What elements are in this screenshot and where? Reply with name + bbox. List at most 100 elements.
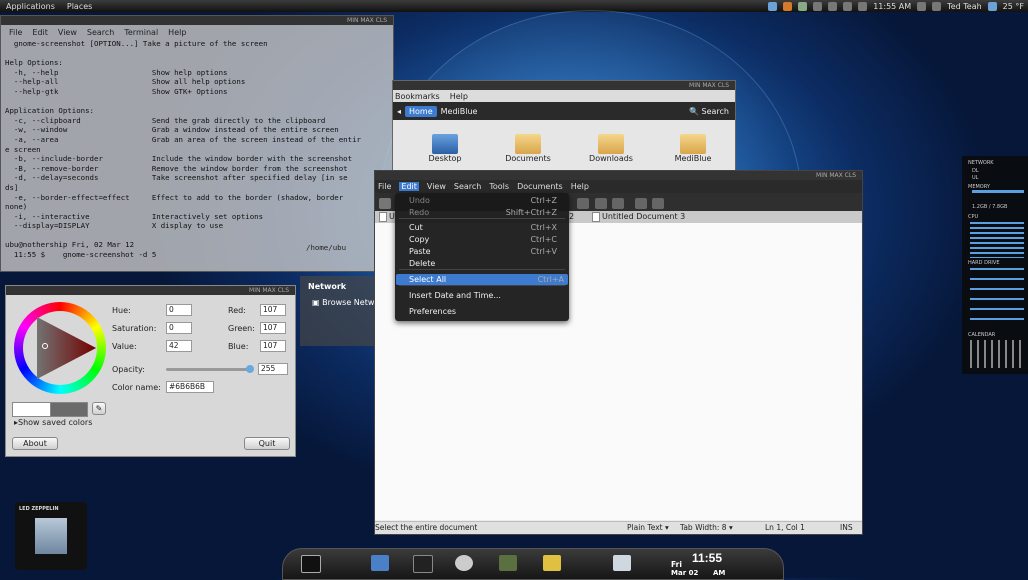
hue-spinbutton[interactable]: 0 — [166, 304, 192, 316]
opacity-spinbutton[interactable]: 255 — [258, 363, 288, 375]
folder-downloads[interactable]: Downloads — [581, 134, 641, 163]
file-manager-window[interactable]: MIN MAX CLS Bookmarks Help ◂ Home MediBl… — [392, 80, 736, 172]
system-monitor-widget: NETWORK DL UL MEMORY 1.2GB / 7.8GB CPU H… — [962, 156, 1028, 374]
terminal-menu-help[interactable]: Help — [168, 28, 186, 37]
mediblue-crumb[interactable]: MediBlue — [441, 107, 478, 116]
new-file-icon[interactable] — [379, 198, 391, 209]
folder-documents[interactable]: Documents — [498, 134, 558, 163]
color-picker-titlebar[interactable]: MIN MAX CLS — [6, 286, 295, 295]
menu-help[interactable]: Help — [571, 182, 589, 191]
browse-network-item[interactable]: ▣ Browse Netw — [312, 298, 374, 307]
opacity-slider-handle[interactable] — [246, 365, 254, 373]
menu-item-label: Preferences — [409, 307, 457, 316]
status-message: Select the entire document — [375, 523, 478, 532]
volume-icon[interactable] — [828, 1, 838, 11]
menu-item-cut[interactable]: Cut Ctrl+X — [409, 222, 561, 233]
cut-toolbar-icon[interactable] — [577, 198, 589, 209]
terminal-output[interactable]: gnome-screenshot [OPTION...] Take a pict… — [1, 39, 393, 260]
about-button[interactable]: About — [12, 437, 58, 450]
opacity-slider[interactable] — [166, 365, 254, 373]
network-icon[interactable] — [768, 1, 778, 11]
green-spinbutton[interactable]: 107 — [260, 322, 286, 334]
menu-help[interactable]: Help — [450, 92, 468, 101]
terminal-menu-search[interactable]: Search — [87, 28, 114, 37]
back-icon[interactable]: ◂ — [397, 107, 401, 116]
folder-desktop[interactable]: Desktop — [415, 134, 475, 163]
menu-bookmarks[interactable]: Bookmarks — [395, 92, 440, 101]
app-dock-icon[interactable] — [371, 555, 389, 571]
text-editor-dock-icon[interactable] — [543, 555, 561, 571]
color-dock-icon[interactable] — [613, 555, 631, 571]
menu-search[interactable]: Search — [454, 182, 481, 191]
dock-clock-time[interactable]: 11:55 — [692, 551, 722, 565]
file-manager-titlebar[interactable]: MIN MAX CLS — [393, 81, 735, 90]
weather-temp[interactable]: 25 °F — [1003, 2, 1024, 11]
terminal-menu-file[interactable]: File — [9, 28, 22, 37]
user-name[interactable]: Ted Teah — [947, 2, 982, 11]
copy-toolbar-icon[interactable] — [595, 198, 607, 209]
top-clock[interactable]: 11:55 AM — [873, 2, 911, 11]
red-spinbutton[interactable]: 107 — [260, 304, 286, 316]
replace-icon[interactable] — [652, 198, 664, 209]
terminal-titlebar[interactable]: MIN MAX CLS — [1, 16, 393, 25]
menu-view[interactable]: View — [427, 182, 446, 191]
mail-icon[interactable] — [813, 1, 823, 11]
folder-mediblue[interactable]: MediBlue — [663, 134, 723, 163]
menu-item-copy[interactable]: Copy Ctrl+C — [409, 234, 561, 245]
color-name-label: Color name: — [112, 383, 161, 392]
insert-mode: INS — [840, 523, 853, 532]
tab-width-selector[interactable]: Tab Width: 8 ▾ — [680, 522, 733, 534]
menu-item-label: Redo — [409, 208, 430, 217]
menu-item-preferences[interactable]: Preferences — [409, 306, 561, 317]
show-saved-colors-expander[interactable]: ▸Show saved colors — [14, 418, 92, 427]
settings-icon[interactable] — [917, 1, 927, 11]
menu-edit[interactable]: Edit — [399, 182, 419, 191]
tab-untitled-document-3[interactable]: Untitled Document 3 — [602, 212, 685, 221]
tab-partial-label[interactable]: U — [389, 212, 395, 221]
color-name-field[interactable]: #6B6B6B — [166, 381, 214, 393]
quit-button[interactable]: Quit — [244, 437, 290, 450]
find-icon[interactable] — [635, 198, 647, 209]
value-spinbutton[interactable]: 42 — [166, 340, 192, 352]
menu-item-delete[interactable]: Delete — [409, 258, 561, 269]
hue-ring[interactable] — [14, 302, 106, 394]
gedit-titlebar[interactable]: MIN MAX CLS — [375, 171, 862, 180]
home-crumb[interactable]: Home — [405, 105, 437, 117]
menu-file[interactable]: File — [378, 182, 391, 191]
menu-documents[interactable]: Documents — [517, 182, 563, 191]
menu-item-redo[interactable]: Redo Shift+Ctrl+Z — [409, 207, 561, 218]
color-triangle[interactable] — [23, 311, 97, 385]
image-dock-icon[interactable] — [499, 555, 517, 571]
applications-menu[interactable]: Applications — [0, 2, 61, 11]
color-triangle-area[interactable] — [23, 311, 97, 385]
rss-icon[interactable] — [783, 1, 793, 11]
terminal-menu-view[interactable]: View — [58, 28, 77, 37]
terminal-window[interactable]: MIN MAX CLS File Edit View Search Termin… — [0, 15, 394, 272]
menu-item-select-all[interactable]: Select All Ctrl+A — [396, 274, 568, 285]
search-button[interactable]: 🔍 Search — [689, 107, 729, 116]
paste-toolbar-icon[interactable] — [612, 198, 624, 209]
places-menu[interactable]: Places — [61, 2, 98, 11]
menu-item-undo[interactable]: Undo Ctrl+Z — [409, 195, 561, 206]
battery-icon[interactable] — [843, 1, 853, 11]
terminal2-dock-icon[interactable] — [413, 555, 433, 573]
menu-item-paste[interactable]: Paste Ctrl+V — [409, 246, 561, 257]
saturation-spinbutton[interactable]: 0 — [166, 322, 192, 334]
album-art-widget[interactable]: LED ZEPPELIN — [15, 502, 87, 570]
color-picker-window[interactable]: MIN MAX CLS Hue: 0 Saturation: 0 Value: … — [5, 285, 296, 457]
eyedropper-icon[interactable]: ✎ — [92, 402, 106, 415]
terminal-line: -i, --interactive Interactively set opti… — [5, 211, 264, 221]
terminal-dock-icon[interactable] — [301, 555, 321, 573]
menu-tools[interactable]: Tools — [489, 182, 509, 191]
disk-dock-icon[interactable] — [455, 555, 473, 571]
terminal-menu-terminal[interactable]: Terminal — [124, 28, 158, 37]
menu-item-insert-date-and-time[interactable]: Insert Date and Time... — [409, 290, 561, 301]
edit-menu-dropdown: Undo Ctrl+Z Redo Shift+Ctrl+Z Cut Ctrl+X Copy C… — [395, 193, 569, 321]
terminal-menu-edit[interactable]: Edit — [32, 28, 48, 37]
tab-partial-number[interactable]: 2 — [569, 212, 574, 221]
display-icon[interactable] — [798, 1, 808, 11]
menu-item-accelerator: Ctrl+X — [530, 223, 557, 232]
language-selector[interactable]: Plain Text ▾ — [627, 522, 669, 534]
blue-spinbutton[interactable]: 107 — [260, 340, 286, 352]
